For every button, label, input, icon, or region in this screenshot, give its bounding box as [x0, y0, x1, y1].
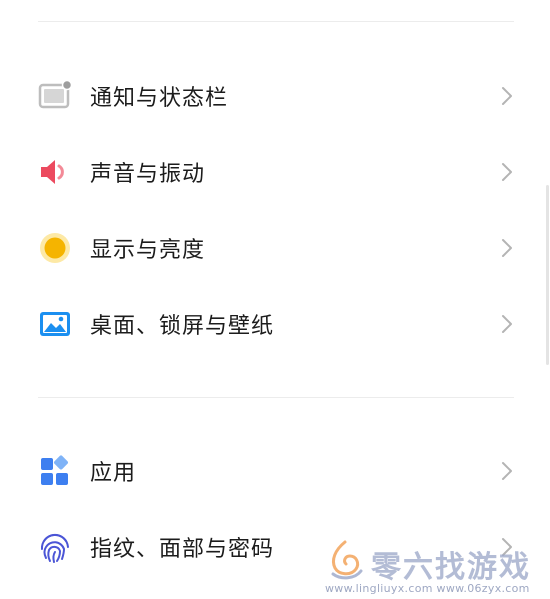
apps-icon	[38, 454, 72, 488]
settings-item-label: 桌面、锁屏与壁纸	[90, 314, 275, 339]
settings-item-label: 通知与状态栏	[90, 86, 229, 111]
chevron-right-icon	[502, 87, 512, 105]
group-divider	[38, 397, 514, 398]
settings-item-wallpaper[interactable]: 桌面、锁屏与壁纸	[0, 294, 550, 354]
settings-item-label: 指纹、面部与密码	[90, 537, 275, 562]
chevron-right-icon	[502, 239, 512, 257]
notification-icon	[38, 79, 72, 113]
watermark: 零六找游戏 www.lingliuyx.com www.06zyx.com	[325, 538, 547, 598]
fingerprint-icon	[38, 530, 72, 564]
watermark-title: 零六找游戏	[371, 550, 531, 585]
settings-item-display[interactable]: 显示与亮度	[0, 218, 550, 278]
chevron-right-icon	[502, 163, 512, 181]
chevron-right-icon	[502, 315, 512, 333]
settings-item-label: 显示与亮度	[90, 238, 206, 263]
settings-item-sound[interactable]: 声音与振动	[0, 142, 550, 202]
wallpaper-icon	[38, 307, 72, 341]
watermark-logo	[331, 540, 363, 580]
brightness-icon	[38, 231, 72, 265]
settings-item-label: 声音与振动	[90, 162, 206, 187]
scrollbar[interactable]	[546, 185, 549, 365]
top-divider	[38, 21, 514, 22]
watermark-url: www.lingliuyx.com www.06zyx.com	[325, 582, 530, 595]
settings-item-notifications[interactable]: 通知与状态栏	[0, 66, 550, 126]
settings-item-apps[interactable]: 应用	[0, 441, 550, 501]
speaker-icon	[38, 155, 72, 189]
chevron-right-icon	[502, 462, 512, 480]
settings-item-label: 应用	[90, 461, 137, 486]
